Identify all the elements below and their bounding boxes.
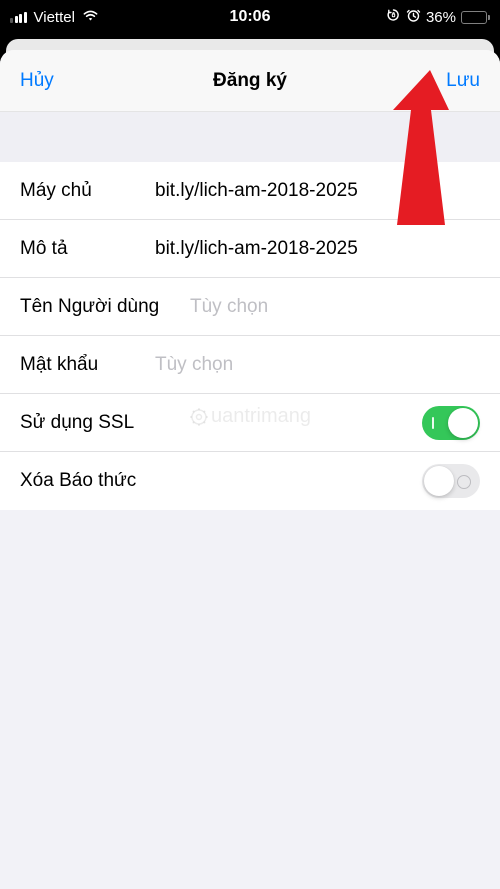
signal-icon [10, 12, 27, 23]
modal-sheet: Hủy Đăng ký Lưu Máy chủ Mô tả Tên Người … [0, 50, 500, 889]
description-row[interactable]: Mô tả [0, 220, 500, 278]
carrier-label: Viettel [34, 9, 75, 26]
server-row[interactable]: Máy chủ [0, 162, 500, 220]
username-input[interactable] [190, 296, 480, 318]
remove-alarms-toggle[interactable] [422, 464, 480, 498]
password-row[interactable]: Mật khẩu [0, 336, 500, 394]
form-group: Máy chủ Mô tả Tên Người dùng Mật khẩu Sử… [0, 162, 500, 510]
remove-alarms-row: Xóa Báo thức [0, 452, 500, 510]
description-label: Mô tả [20, 238, 155, 260]
ssl-label: Sử dụng SSL [20, 412, 155, 434]
password-input[interactable] [155, 354, 480, 376]
username-label: Tên Người dùng [20, 296, 190, 318]
nav-bar: Hủy Đăng ký Lưu [0, 50, 500, 112]
battery-percent: 36% [426, 9, 456, 26]
section-spacer [0, 112, 500, 162]
cancel-button[interactable]: Hủy [20, 70, 54, 92]
remove-alarms-label: Xóa Báo thức [20, 470, 155, 492]
description-input[interactable] [155, 238, 480, 260]
status-bar: Viettel 10:06 36% [0, 0, 500, 34]
password-label: Mật khẩu [20, 354, 155, 376]
ssl-row: Sử dụng SSL [0, 394, 500, 452]
status-left: Viettel [10, 9, 99, 26]
battery-icon [461, 11, 490, 24]
status-right: 36% [386, 8, 490, 27]
status-time: 10:06 [230, 8, 271, 26]
orientation-lock-icon [386, 8, 401, 27]
save-button[interactable]: Lưu [446, 70, 480, 92]
ssl-toggle[interactable] [422, 406, 480, 440]
server-label: Máy chủ [20, 180, 155, 202]
username-row[interactable]: Tên Người dùng [0, 278, 500, 336]
nav-title: Đăng ký [213, 70, 287, 92]
wifi-icon [82, 9, 99, 26]
alarm-icon [406, 8, 421, 27]
server-input[interactable] [155, 180, 480, 202]
